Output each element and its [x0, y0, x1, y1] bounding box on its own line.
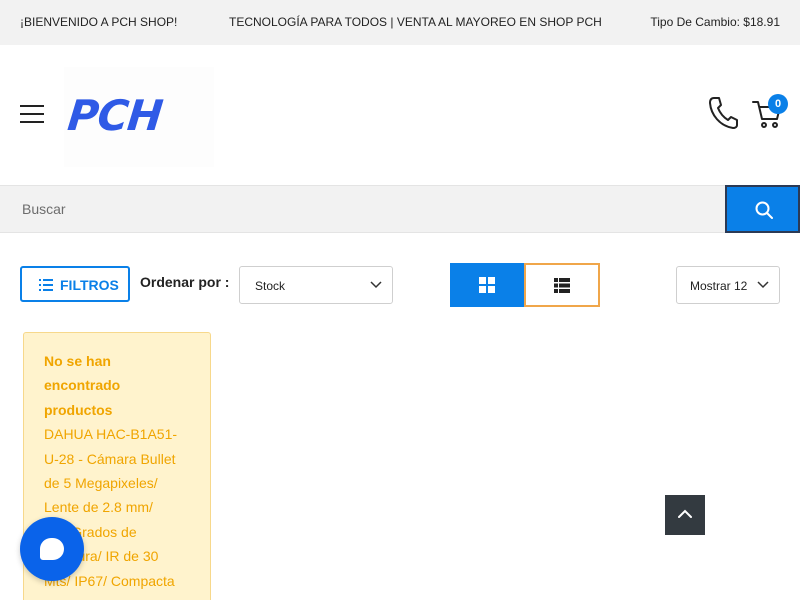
- list-view-button[interactable]: [524, 263, 600, 307]
- notice-title: No se han encontrado productos: [44, 353, 121, 418]
- search-bar: [0, 185, 800, 233]
- per-page-value: Mostrar 12: [690, 279, 748, 293]
- per-page-select[interactable]: Mostrar 12: [676, 266, 780, 304]
- welcome-text: ¡BIENVENIDO A PCH SHOP!: [20, 15, 178, 29]
- sort-label: Ordenar por :: [140, 274, 230, 290]
- grid-view-button[interactable]: [450, 263, 524, 307]
- chevron-down-icon: [370, 281, 382, 289]
- list-view-icon: [554, 278, 570, 293]
- phone-icon[interactable]: [708, 95, 738, 129]
- list-icon: [39, 279, 53, 291]
- chat-bubble-icon: [40, 538, 64, 560]
- sort-value: Stock: [255, 279, 286, 293]
- search-input[interactable]: [0, 186, 725, 232]
- sort-select[interactable]: Stock: [239, 266, 393, 304]
- top-bar: ¡BIENVENIDO A PCH SHOP! TECNOLOGÍA PARA …: [0, 0, 800, 45]
- grid-icon: [479, 277, 495, 293]
- chevron-down-icon: [757, 281, 769, 289]
- filters-label: FILTROS: [60, 277, 119, 293]
- search-icon: [755, 201, 773, 219]
- logo[interactable]: PCH: [64, 67, 214, 167]
- hamburger-icon[interactable]: [20, 105, 44, 123]
- cart-count-badge: 0: [768, 94, 788, 114]
- logo-text: PCH: [65, 91, 165, 140]
- chevron-up-icon: [678, 509, 692, 518]
- search-button[interactable]: [725, 185, 800, 233]
- chat-button[interactable]: [20, 517, 84, 581]
- site-header: PCH 0: [0, 45, 800, 185]
- scroll-to-top-button[interactable]: [665, 495, 705, 535]
- filters-button[interactable]: FILTROS: [20, 266, 130, 302]
- tagline-text: TECNOLOGÍA PARA TODOS | VENTA AL MAYOREO…: [229, 15, 602, 29]
- exchange-rate-text: Tipo De Cambio: $18.91: [650, 15, 780, 29]
